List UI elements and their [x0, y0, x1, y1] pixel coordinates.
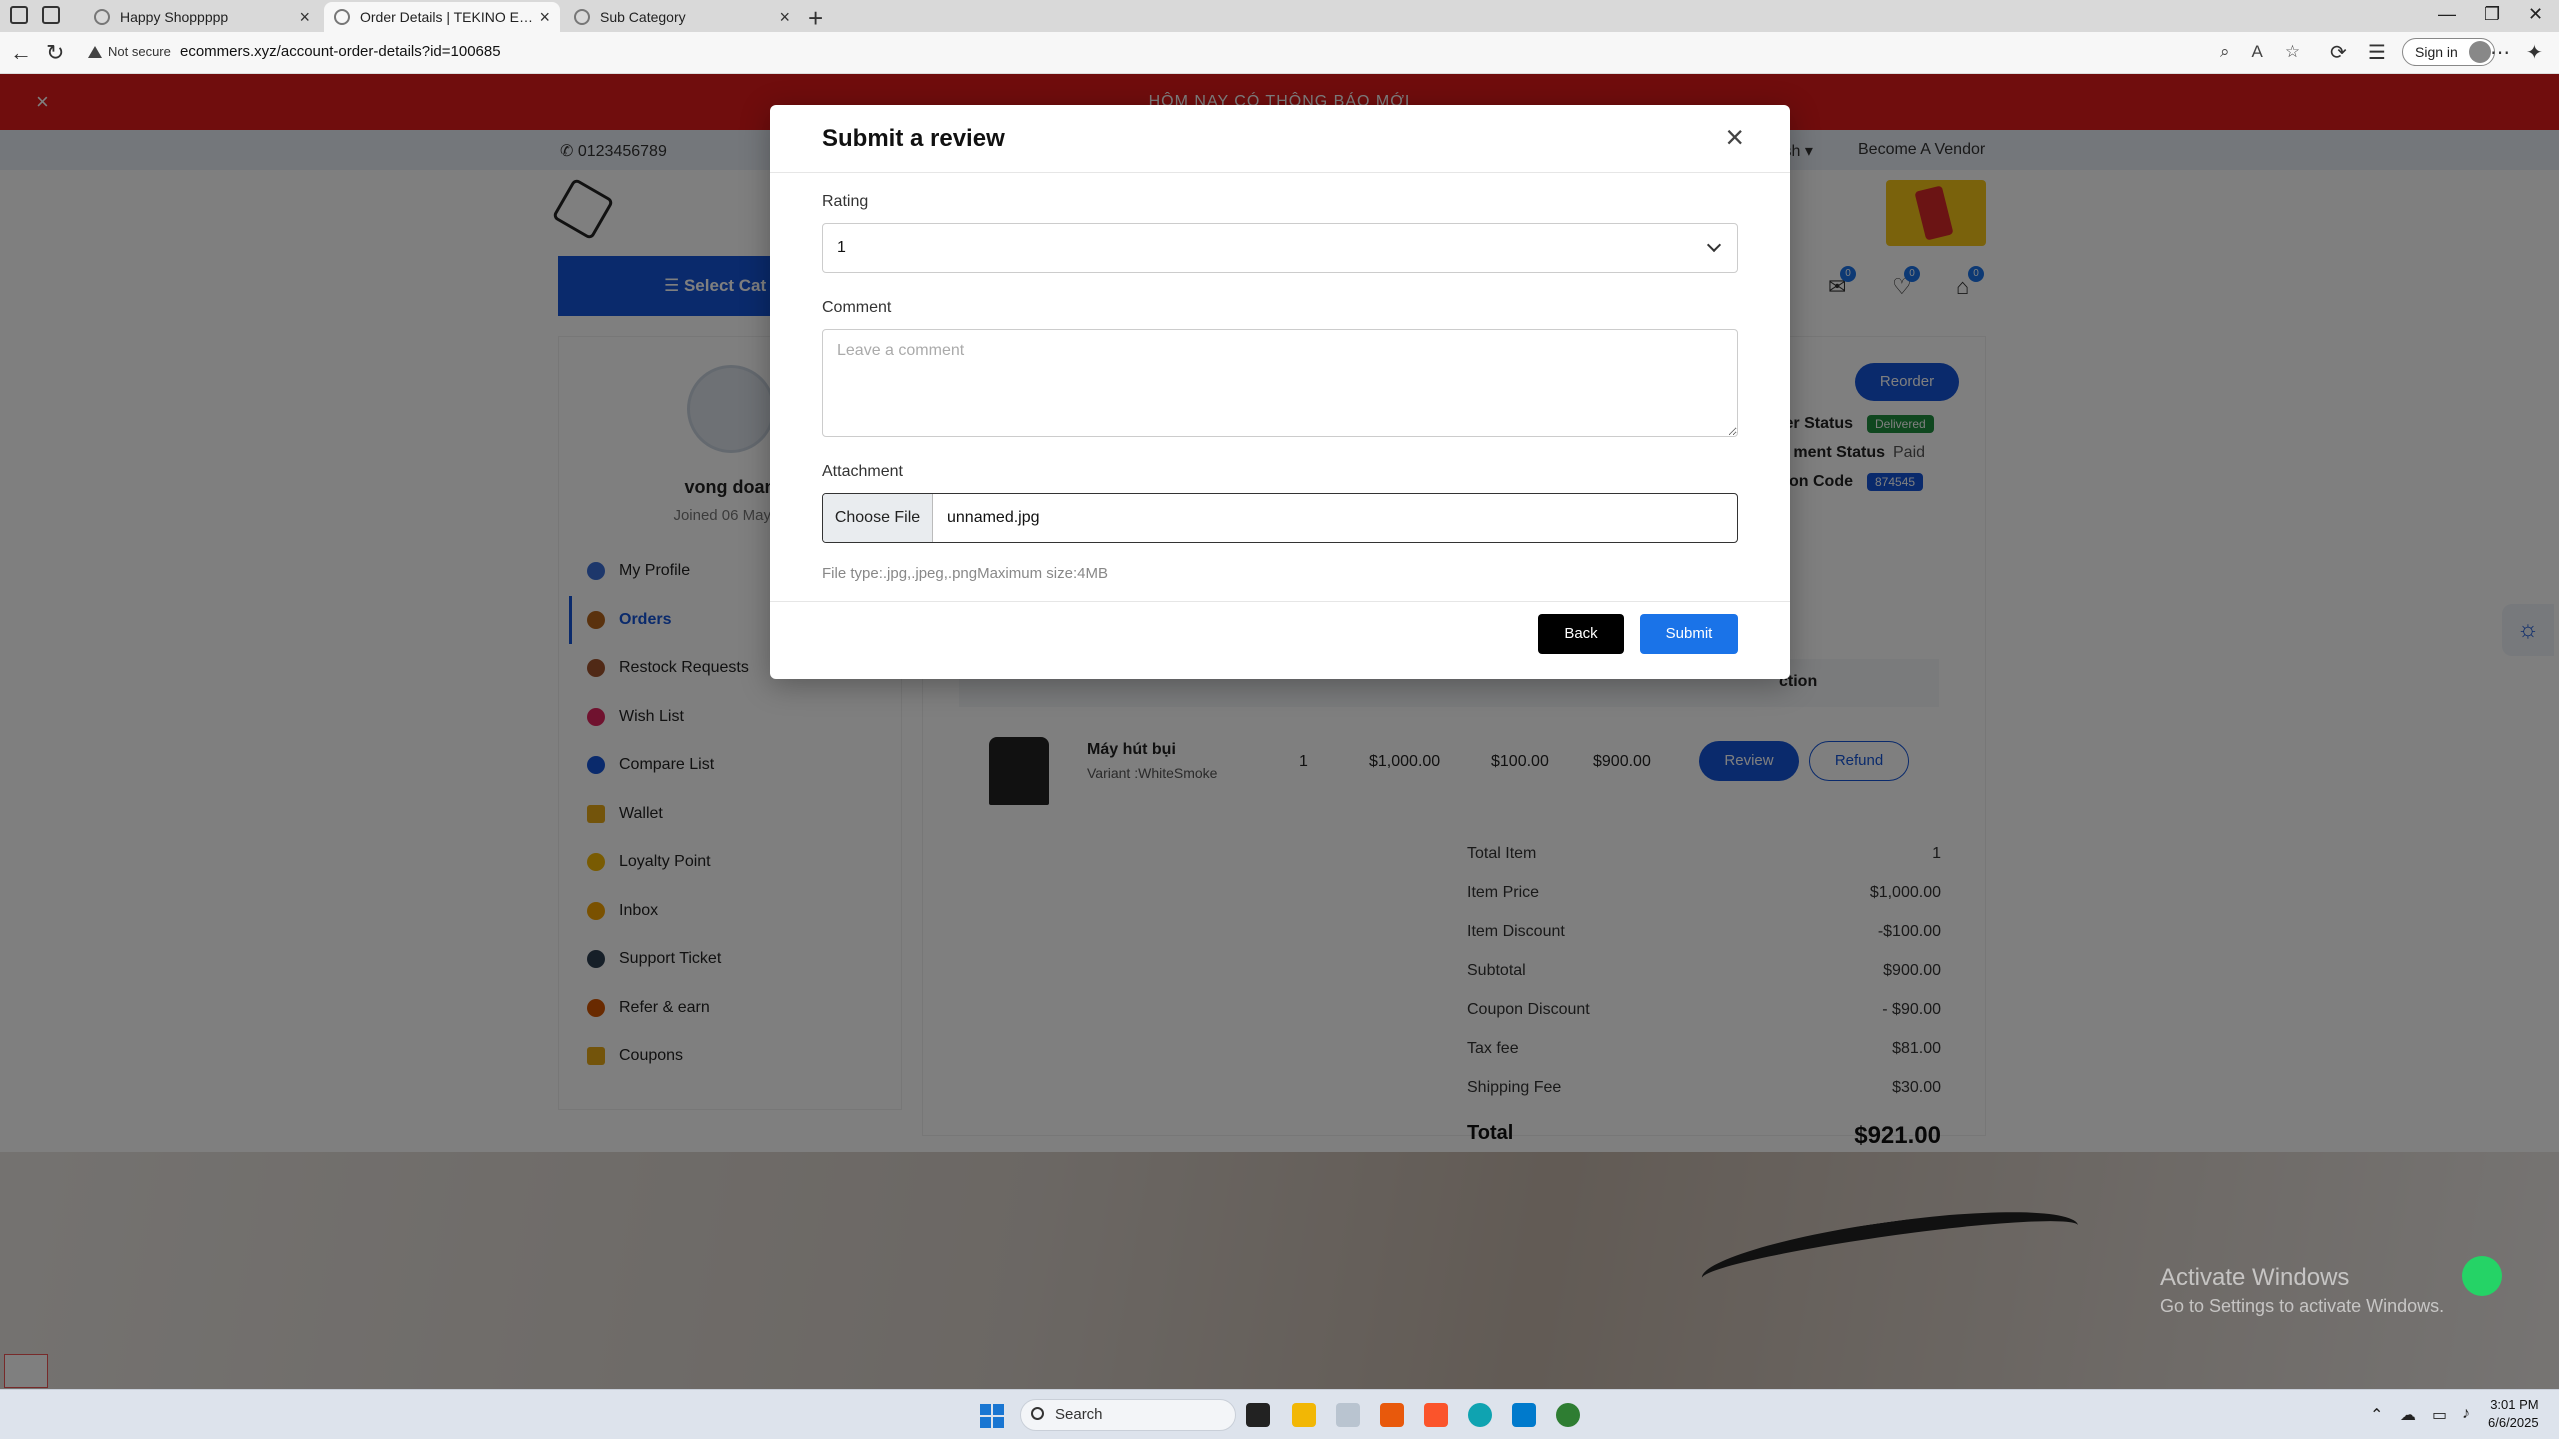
- network-icon[interactable]: ▭: [2432, 1405, 2447, 1425]
- comment-label: Comment: [822, 299, 892, 316]
- rating-label: Rating: [822, 193, 869, 210]
- clock-date: 6/6/2025: [2488, 1415, 2539, 1430]
- tab-label: Order Details | TEKINO Ecommerce: [360, 9, 534, 25]
- windows-taskbar: Search ⌃ ☁ ▭ ♪ 3:01 PM 6/6/2025: [0, 1389, 2559, 1439]
- edge-icon[interactable]: [1468, 1403, 1492, 1427]
- more-menu-icon[interactable]: ⋯: [2490, 40, 2510, 65]
- tab-actions-icon[interactable]: [42, 6, 60, 24]
- modal-divider: [770, 601, 1790, 602]
- copilot-icon[interactable]: ✦: [2526, 40, 2543, 65]
- watermark-subtitle: Go to Settings to activate Windows.: [2160, 1296, 2445, 1316]
- web-page: × HÔM NAY CÓ THÔNG BÁO MỚI ✆ 0123456789 …: [0, 74, 2559, 1389]
- activate-windows-watermark: Activate Windows Go to Settings to activ…: [2160, 1264, 2444, 1317]
- sign-in-label: Sign in: [2415, 44, 2458, 60]
- close-icon[interactable]: ×: [779, 7, 790, 28]
- close-icon[interactable]: ×: [1725, 121, 1744, 153]
- taskbar-search-label: Search: [1055, 1406, 1103, 1423]
- favorite-star-icon[interactable]: ☆: [2285, 42, 2300, 62]
- back-arrow-icon[interactable]: ←: [10, 40, 32, 66]
- window-close-icon[interactable]: ✕: [2528, 4, 2543, 25]
- window-icons: [10, 6, 60, 24]
- xampp-icon[interactable]: [1380, 1403, 1404, 1427]
- security-label: Not secure: [108, 44, 171, 59]
- rating-selected-value: 1: [837, 239, 846, 256]
- address-bar-icons: ⌕ A ☆: [2220, 42, 2300, 62]
- review-modal: Submit a review × Rating 1 Comment Attac…: [770, 105, 1790, 679]
- url-field[interactable]: ecommers.xyz/account-order-details?id=10…: [180, 43, 501, 60]
- attachment-file-input[interactable]: Choose File unnamed.jpg: [822, 493, 1738, 543]
- tray-chevron-up-icon[interactable]: ⌃: [2370, 1405, 2383, 1425]
- minimize-icon[interactable]: —: [2438, 4, 2456, 25]
- extensions-icon[interactable]: ⟳: [2330, 40, 2347, 65]
- restore-icon[interactable]: ❐: [2484, 4, 2500, 25]
- tab-label: Happy Shoppppp: [120, 9, 229, 25]
- tab-label: Sub Category: [600, 9, 686, 25]
- browser-tab-bar: Happy Shoppppp × Order Details | TEKINO …: [0, 0, 2559, 34]
- sign-in-button[interactable]: Sign in: [2402, 38, 2495, 66]
- address-bar: ← ↻ Not secure ecommers.xyz/account-orde…: [0, 32, 2559, 74]
- volume-icon[interactable]: ♪: [2462, 1405, 2470, 1423]
- file-explorer-icon[interactable]: [1292, 1403, 1316, 1427]
- app-icon[interactable]: [1336, 1403, 1360, 1427]
- favorites-icon[interactable]: ☰: [2368, 40, 2386, 65]
- globe-icon: [334, 9, 350, 25]
- whatsapp-icon[interactable]: [2462, 1256, 2502, 1296]
- workspaces-icon[interactable]: [10, 6, 28, 24]
- selected-file-name: unnamed.jpg: [947, 509, 1040, 526]
- tab-happy-shop[interactable]: Happy Shoppppp ×: [84, 2, 320, 32]
- taskbar-clock[interactable]: 3:01 PM 6/6/2025: [2488, 1396, 2539, 1432]
- new-tab-icon[interactable]: +: [808, 3, 823, 34]
- zoom-icon[interactable]: ⌕: [2220, 42, 2230, 62]
- avatar-icon: [2468, 41, 2491, 63]
- vscode-icon[interactable]: [1512, 1403, 1536, 1427]
- tab-sub-category[interactable]: Sub Category ×: [564, 2, 800, 32]
- file-hint: File type:.jpg,.jpeg,.pngMaximum size:4M…: [822, 565, 1108, 582]
- search-icon: [1031, 1407, 1044, 1420]
- warning-icon: [88, 45, 102, 58]
- close-icon[interactable]: ×: [299, 7, 310, 28]
- globe-icon: [94, 9, 110, 25]
- refresh-icon[interactable]: ↻: [46, 40, 64, 66]
- submit-button[interactable]: Submit: [1640, 614, 1738, 654]
- globe-icon: [574, 9, 590, 25]
- close-icon[interactable]: ×: [539, 7, 550, 28]
- windows-start-icon[interactable]: [980, 1404, 1004, 1428]
- task-view-icon[interactable]: [1246, 1403, 1270, 1427]
- hs-app-icon[interactable]: [1556, 1403, 1580, 1427]
- security-indicator[interactable]: Not secure: [88, 44, 171, 59]
- comment-textarea[interactable]: [822, 329, 1738, 437]
- clock-time: 3:01 PM: [2490, 1397, 2539, 1412]
- read-aloud-icon[interactable]: A: [2252, 42, 2263, 62]
- brave-icon[interactable]: [1424, 1403, 1448, 1427]
- tab-order-details[interactable]: Order Details | TEKINO Ecommerce ×: [324, 2, 560, 32]
- modal-title: Submit a review: [822, 125, 1005, 152]
- attachment-label: Attachment: [822, 463, 903, 480]
- watermark-title: Activate Windows: [2160, 1264, 2350, 1291]
- chevron-down-icon: [1706, 237, 1722, 253]
- taskbar-search[interactable]: Search: [1020, 1399, 1236, 1431]
- back-button[interactable]: Back: [1538, 614, 1624, 654]
- choose-file-button[interactable]: Choose File: [823, 494, 933, 542]
- modal-header: Submit a review ×: [770, 105, 1790, 173]
- onedrive-icon[interactable]: ☁: [2400, 1405, 2416, 1425]
- rating-select[interactable]: 1: [822, 223, 1738, 273]
